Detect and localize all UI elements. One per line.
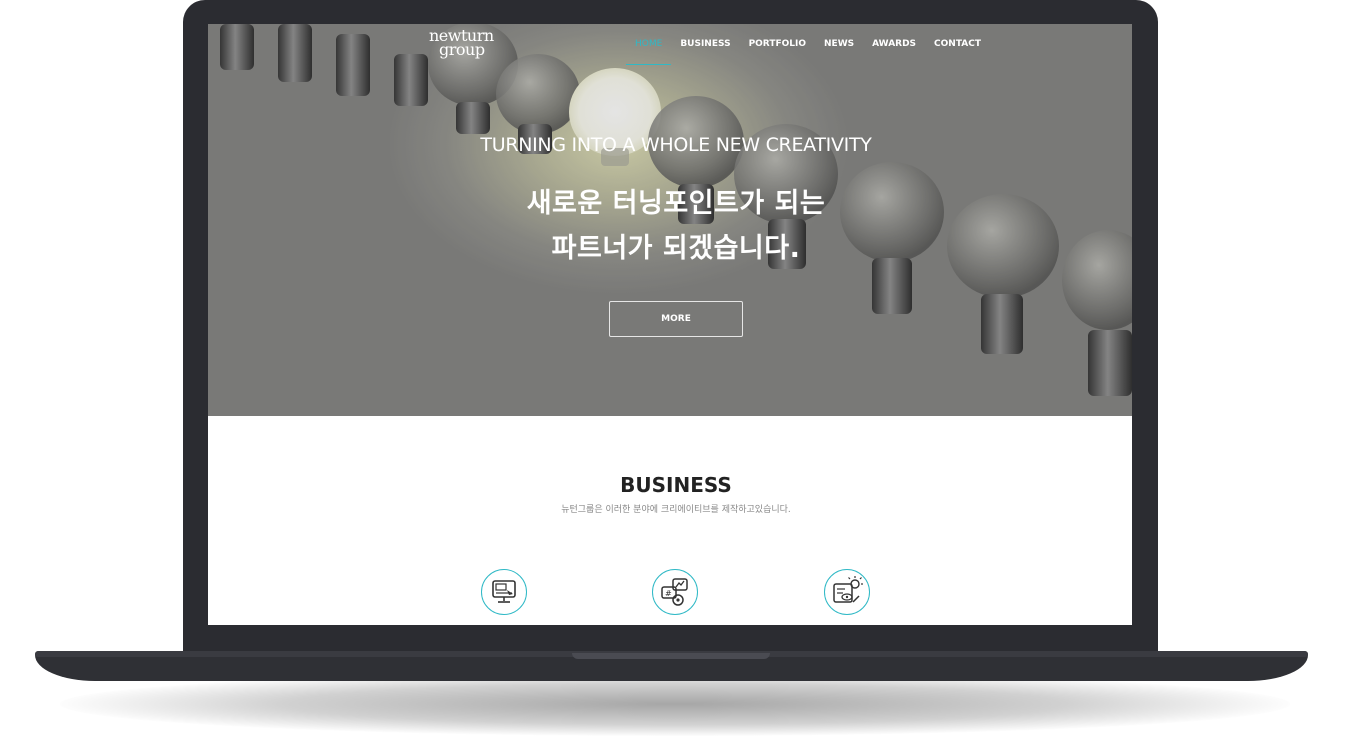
more-button[interactable]: MORE (609, 301, 743, 337)
marketing-icon[interactable]: # (652, 569, 698, 615)
svg-text:#: # (665, 589, 672, 598)
nav-awards[interactable]: AWARDS (863, 38, 925, 64)
business-subtitle: 뉴턴그룹은 이러한 분야에 크리에이티브를 제작하고있습니다. (561, 505, 791, 515)
nav-portfolio[interactable]: PORTFOLIO (740, 38, 815, 64)
hero-headline-line1: 새로운 터닝포인트가 되는 (526, 188, 826, 219)
nav-business[interactable]: BUSINESS (671, 38, 739, 64)
nav-contact[interactable]: CONTACT (925, 38, 990, 64)
creative-icon[interactable] (824, 569, 870, 615)
hero-headline-line2: 파트너가 되겠습니다. (551, 233, 801, 264)
hero-section: newturn group HOME BUSINESS PORTFOLIO NE… (208, 24, 1132, 416)
brand-logo[interactable]: newturn group (429, 28, 494, 59)
web-design-icon[interactable] (481, 569, 527, 615)
laptop-screen: newturn group HOME BUSINESS PORTFOLIO NE… (208, 24, 1132, 625)
business-title: BUSINESS (620, 473, 732, 497)
hero-tagline: TURNING INTO A WHOLE NEW CREATIVITY (480, 134, 872, 156)
lightbulbs-background (208, 24, 1132, 416)
nav-home[interactable]: HOME (626, 38, 672, 65)
main-nav: HOME BUSINESS PORTFOLIO NEWS AWARDS CONT… (626, 38, 990, 65)
laptop-notch (572, 653, 770, 659)
brand-line2: group (439, 40, 485, 59)
laptop-shadow (60, 672, 1290, 736)
nav-news[interactable]: NEWS (815, 38, 863, 64)
